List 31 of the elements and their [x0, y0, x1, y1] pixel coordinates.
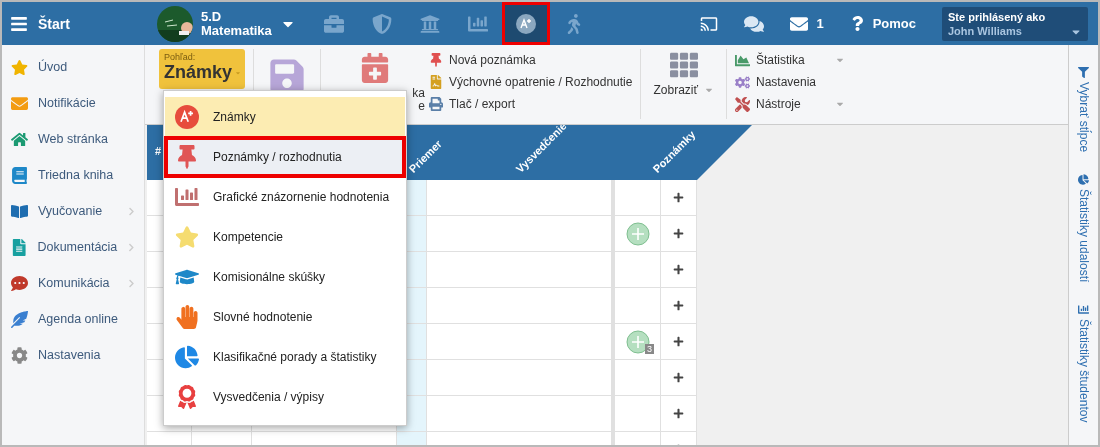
ribbon-link[interactable]: Výchovné opatrenie / Rozhodnutie: [449, 75, 633, 89]
view-selector[interactable]: Pohľad: Známky: [159, 49, 245, 89]
ribbon-link[interactable]: Tlač / export: [449, 97, 516, 111]
subject-name: Matematika: [201, 23, 272, 38]
sidebar-item[interactable]: Web stránka: [2, 121, 144, 157]
sidebar-item[interactable]: Nastavenia: [2, 337, 144, 373]
message-count: 1: [816, 16, 824, 31]
menu-item[interactable]: Poznámky / rozhodnutia: [165, 137, 405, 177]
sidebar-item[interactable]: Komunikácia: [2, 265, 144, 301]
sidebar-item[interactable]: Triedna kniha: [2, 157, 144, 193]
menu-item[interactable]: Známky: [165, 97, 405, 137]
sidebar-item[interactable]: Úvod: [2, 49, 144, 85]
ribbon-link[interactable]: Nová poznámka: [449, 53, 536, 67]
help-link[interactable]: Pomoc: [872, 16, 916, 31]
sidebar-item[interactable]: Vyučovanie: [2, 193, 144, 229]
calendar-label[interactable]: ka e: [412, 87, 425, 113]
ribbon-link[interactable]: Nástroje: [756, 97, 829, 111]
start-label[interactable]: Štart: [38, 15, 70, 32]
ribbon-link[interactable]: Štatistika: [756, 53, 829, 67]
rail-tab[interactable]: Štatistiky udalostí: [1076, 174, 1091, 283]
sidebar-item[interactable]: Dokumentácia: [2, 229, 144, 265]
display-button[interactable]: Zobraziť: [653, 83, 698, 97]
rail-tab[interactable]: Štatistiky študentov: [1076, 304, 1091, 423]
sidebar-item[interactable]: Notifikácie: [2, 85, 144, 121]
ribbon-link[interactable]: Nastavenia: [756, 75, 845, 89]
rail-tab[interactable]: Vybrať stĺpce: [1076, 67, 1091, 153]
sidebar-item[interactable]: Agenda online: [2, 301, 144, 337]
user-menu[interactable]: Ste prihlásený ako John Williams: [942, 6, 1088, 41]
column-header: #: [155, 145, 162, 157]
class-name: 5.D: [201, 9, 223, 24]
note-count: 3: [645, 344, 654, 354]
